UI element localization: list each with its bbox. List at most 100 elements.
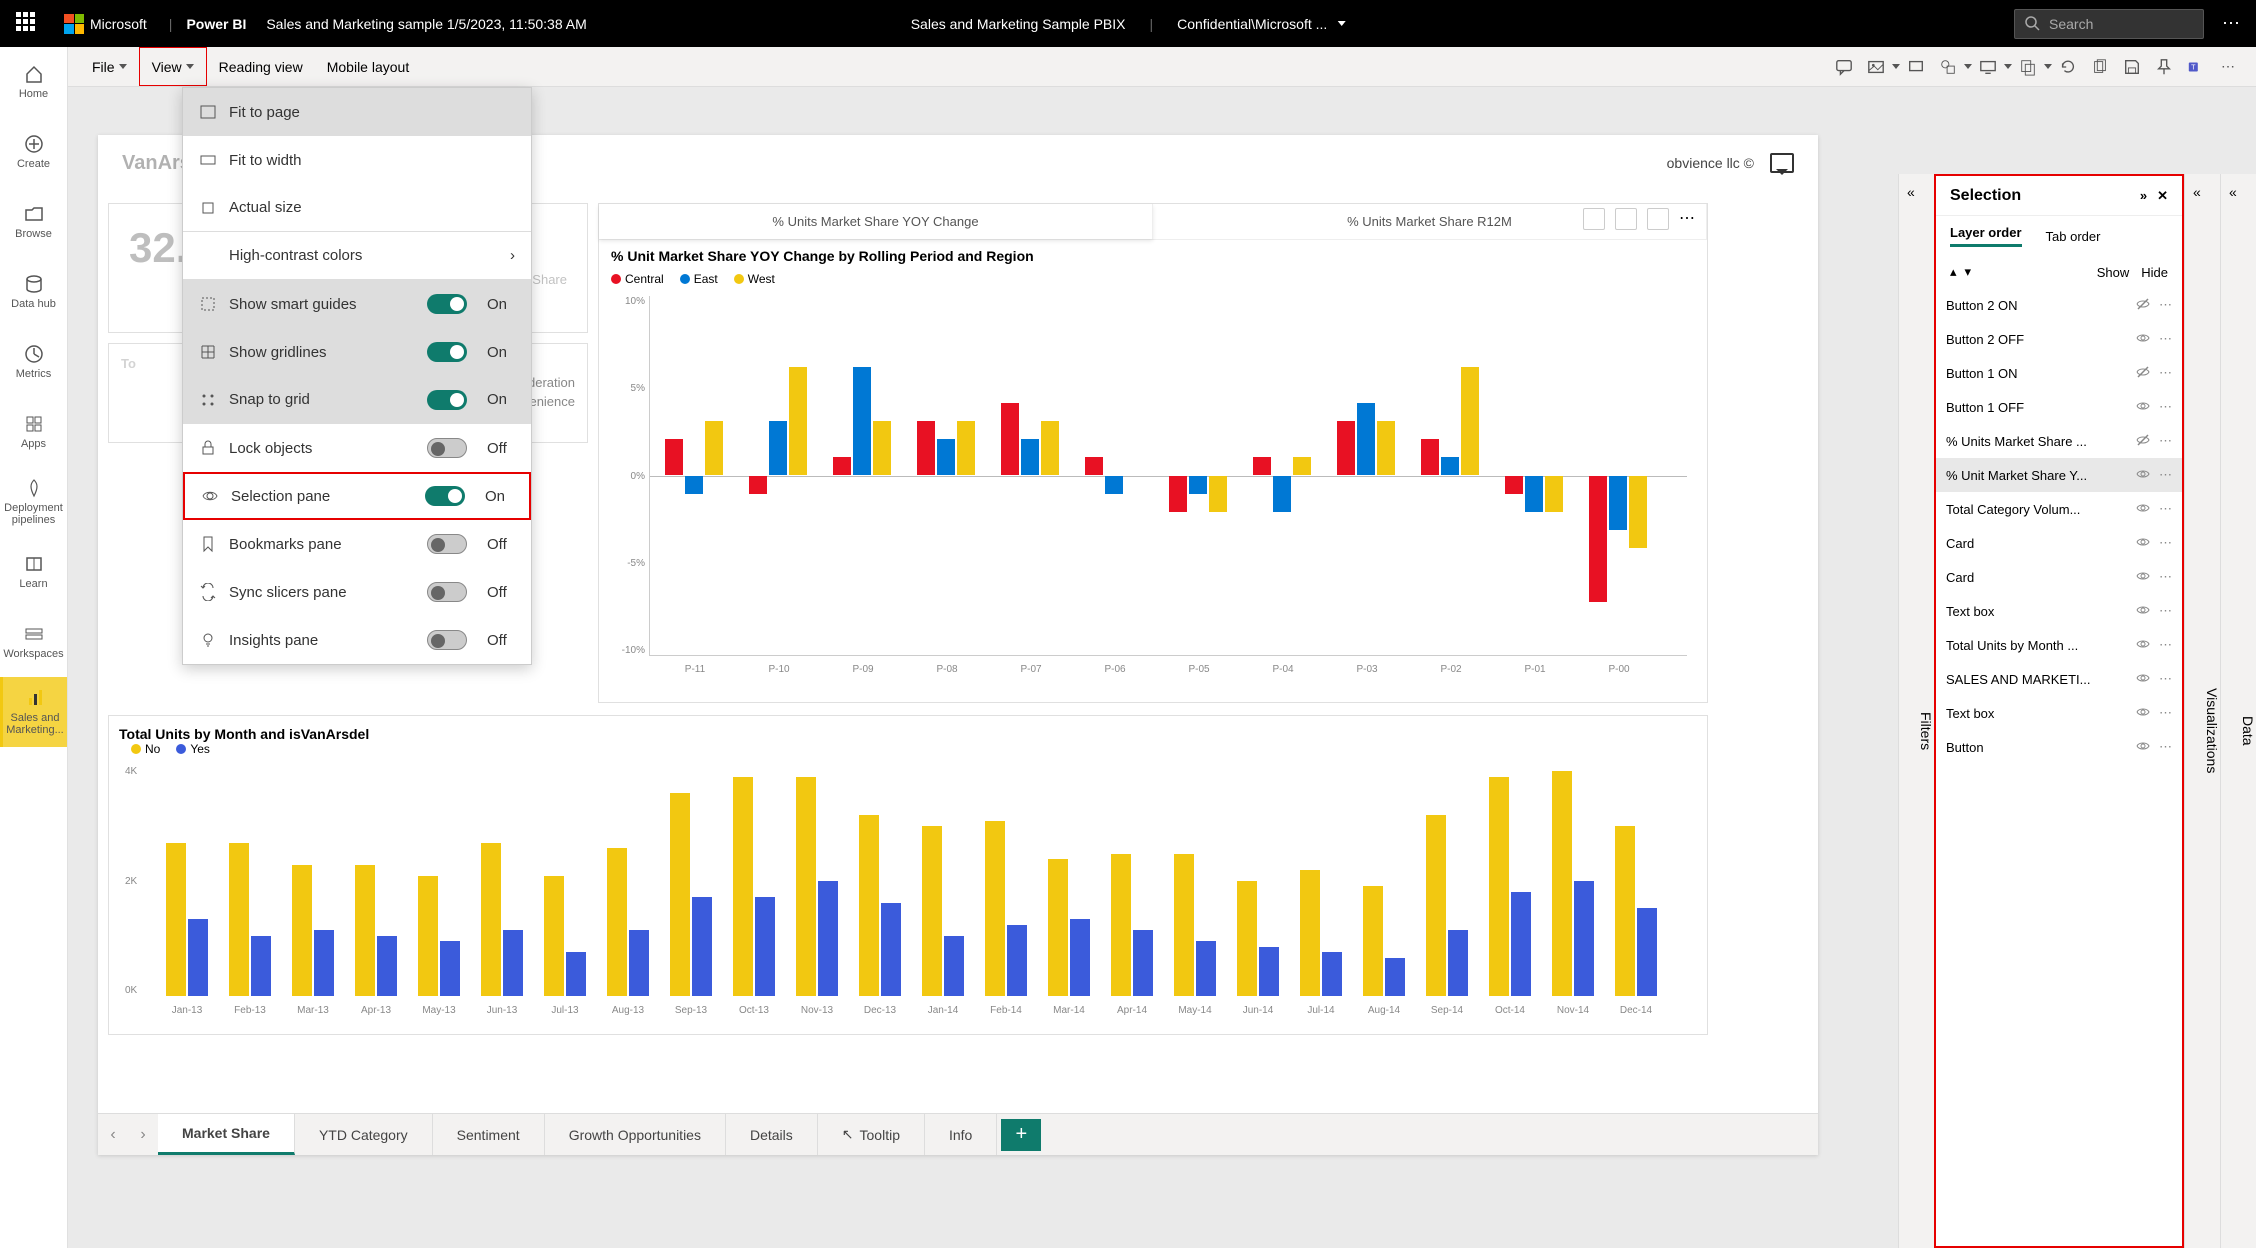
menu-fit-to-width[interactable]: Fit to width [183, 136, 531, 184]
chevron-down-icon[interactable] [1892, 64, 1900, 69]
monitor-icon[interactable] [1972, 51, 2004, 83]
selection-item[interactable]: Card⋯ [1936, 526, 2182, 560]
pin-visual-icon[interactable] [1583, 208, 1605, 230]
more-icon[interactable]: ⋯ [2159, 467, 2172, 483]
more-icon[interactable]: ⋯ [2159, 603, 2172, 619]
tab-layer-order[interactable]: Layer order [1950, 225, 2022, 247]
menu-fit-to-page[interactable]: Fit to page [183, 88, 531, 136]
chevron-down-icon[interactable] [2004, 64, 2012, 69]
teams-icon[interactable]: T [2180, 51, 2212, 83]
visible-icon[interactable] [2135, 670, 2151, 689]
visible-icon[interactable] [2135, 602, 2151, 621]
page-tab-sentiment[interactable]: Sentiment [433, 1114, 545, 1155]
ribbon-reading-view[interactable]: Reading view [207, 47, 315, 86]
visible-icon[interactable] [2135, 534, 2151, 553]
prev-page-icon[interactable]: ‹ [98, 1126, 128, 1144]
menu-smart-guides[interactable]: Show smart guidesOn [183, 280, 531, 328]
selection-item[interactable]: Text box⋯ [1936, 696, 2182, 730]
toggle-insights[interactable] [427, 630, 467, 650]
selection-item[interactable]: Button 1 ON⋯ [1936, 356, 2182, 390]
more-icon[interactable]: ⋯ [1679, 208, 1701, 230]
chevron-down-icon[interactable] [2044, 64, 2052, 69]
page-tab-ytd[interactable]: YTD Category [295, 1114, 433, 1155]
toggle-bookmarks[interactable] [427, 534, 467, 554]
toggle-sync-slicers[interactable] [427, 582, 467, 602]
selection-item[interactable]: SALES AND MARKETI...⋯ [1936, 662, 2182, 696]
toggle-gridlines[interactable] [427, 342, 467, 362]
save-icon[interactable] [2116, 51, 2148, 83]
visible-icon[interactable] [2135, 466, 2151, 485]
menu-high-contrast[interactable]: High-contrast colors› [183, 232, 531, 280]
document-title[interactable]: Sales and Marketing sample 1/5/2023, 11:… [266, 16, 586, 32]
nav-current-report[interactable]: Sales and Marketing... [0, 677, 67, 747]
tab-yoy-change[interactable]: % Units Market Share YOY Change [599, 204, 1153, 239]
selection-item[interactable]: Total Units by Month ...⋯ [1936, 628, 2182, 662]
nav-apps[interactable]: Apps [0, 397, 67, 467]
more-icon[interactable]: ⋯ [2159, 705, 2172, 721]
expand-icon[interactable]: » [2140, 188, 2147, 204]
menu-lock-objects[interactable]: Lock objectsOff [183, 424, 531, 472]
selection-item[interactable]: % Units Market Share ...⋯ [1936, 424, 2182, 458]
move-down-icon[interactable]: ▾ [1965, 264, 1972, 280]
ribbon-file[interactable]: File [80, 47, 139, 86]
menu-bookmarks-pane[interactable]: Bookmarks paneOff [183, 520, 531, 568]
nav-home[interactable]: Home [0, 47, 67, 117]
next-page-icon[interactable]: › [128, 1126, 158, 1144]
toggle-lock[interactable] [427, 438, 467, 458]
menu-actual-size[interactable]: Actual size [183, 184, 531, 232]
more-icon[interactable]: ⋯ [2159, 501, 2172, 517]
ribbon-mobile-layout[interactable]: Mobile layout [315, 47, 422, 86]
filters-pane-collapsed[interactable]: «Filters [1898, 174, 1934, 1248]
visible-icon[interactable] [2135, 500, 2151, 519]
selection-item[interactable]: Card⋯ [1936, 560, 2182, 594]
more-icon[interactable]: ⋯ [2159, 569, 2172, 585]
hidden-icon[interactable] [2135, 296, 2151, 315]
selection-item[interactable]: Total Category Volum...⋯ [1936, 492, 2182, 526]
viz-market-share-yoy[interactable]: % Units Market Share YOY Change % Units … [598, 203, 1708, 703]
selection-item[interactable]: Button 1 OFF⋯ [1936, 390, 2182, 424]
nav-create[interactable]: Create [0, 117, 67, 187]
copy-icon[interactable] [2012, 51, 2044, 83]
image-icon[interactable] [1860, 51, 1892, 83]
pin-icon[interactable] [2148, 51, 2180, 83]
selection-item[interactable]: Button⋯ [1936, 730, 2182, 764]
page-tab-details[interactable]: Details [726, 1114, 818, 1155]
visible-icon[interactable] [2135, 704, 2151, 723]
toggle-smart-guides[interactable] [427, 294, 467, 314]
present-icon[interactable] [1900, 51, 1932, 83]
visualizations-pane-collapsed[interactable]: «Visualizations [2184, 174, 2220, 1248]
nav-metrics[interactable]: Metrics [0, 327, 67, 397]
duplicate-icon[interactable] [2084, 51, 2116, 83]
app-launcher-icon[interactable] [16, 12, 40, 36]
nav-browse[interactable]: Browse [0, 187, 67, 257]
selection-item[interactable]: % Unit Market Share Y...⋯ [1936, 458, 2182, 492]
focus-mode-icon[interactable] [1647, 208, 1669, 230]
toggle-selection-pane[interactable] [425, 486, 465, 506]
refresh-icon[interactable] [2052, 51, 2084, 83]
visible-icon[interactable] [2135, 568, 2151, 587]
more-icon[interactable]: ⋯ [2222, 13, 2240, 34]
shapes-icon[interactable] [1932, 51, 1964, 83]
chevron-down-icon[interactable] [1964, 64, 1972, 69]
selection-item[interactable]: Text box⋯ [1936, 594, 2182, 628]
tab-tab-order[interactable]: Tab order [2046, 229, 2101, 244]
page-tab-market-share[interactable]: Market Share [158, 1114, 295, 1155]
comment-icon[interactable] [1828, 51, 1860, 83]
nav-workspaces[interactable]: Workspaces [0, 607, 67, 677]
menu-insights-pane[interactable]: Insights paneOff [183, 616, 531, 664]
menu-gridlines[interactable]: Show gridlinesOn [183, 328, 531, 376]
nav-deployment[interactable]: Deployment pipelines [0, 467, 67, 537]
more-icon[interactable]: ⋯ [2159, 671, 2172, 687]
move-up-icon[interactable]: ▴ [1950, 264, 1957, 280]
more-icon[interactable]: ⋯ [2159, 739, 2172, 755]
more-icon[interactable]: ⋯ [2159, 433, 2172, 449]
page-tab-tooltip[interactable]: ↖Tooltip [818, 1114, 925, 1155]
filter-icon[interactable] [1615, 208, 1637, 230]
more-icon[interactable]: ⋯ [2159, 535, 2172, 551]
visible-icon[interactable] [2135, 636, 2151, 655]
more-icon[interactable]: ⋯ [2212, 51, 2244, 83]
toggle-snap[interactable] [427, 390, 467, 410]
nav-learn[interactable]: Learn [0, 537, 67, 607]
close-icon[interactable]: ✕ [2157, 188, 2168, 204]
more-icon[interactable]: ⋯ [2159, 399, 2172, 415]
